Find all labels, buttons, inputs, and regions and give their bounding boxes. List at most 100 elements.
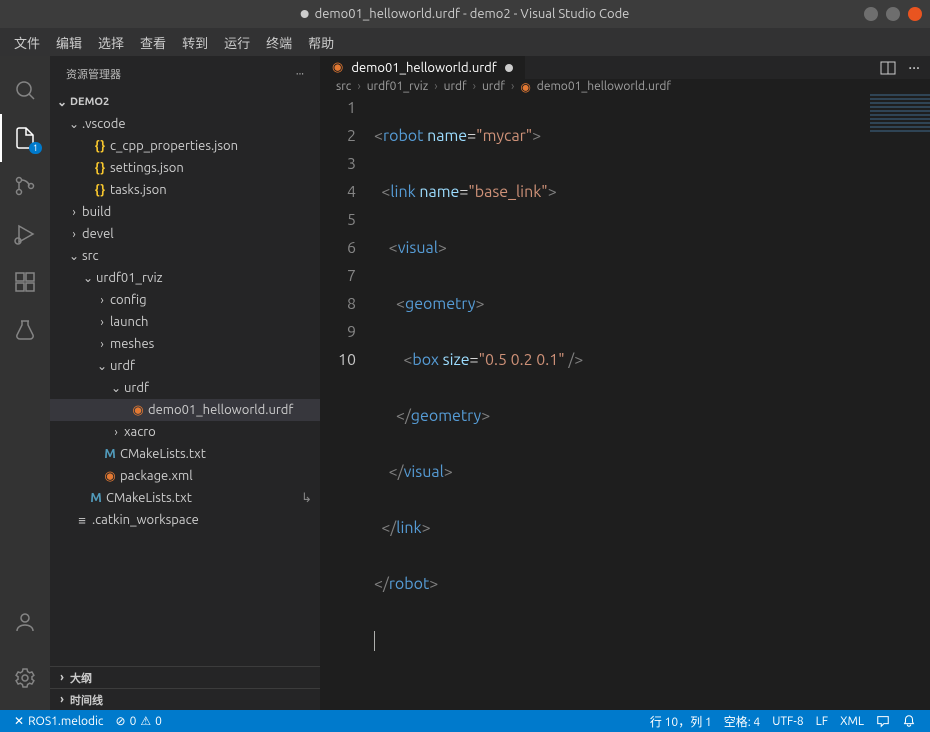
file-tree: ⌄.vscode {}c_cpp_properties.json {}setti…: [50, 113, 320, 666]
status-indent[interactable]: 空格: 4: [718, 713, 766, 730]
editor: ◉ demo01_helloworld.urdf ··· src › urdf01…: [320, 56, 930, 710]
split-editor-icon[interactable]: [880, 60, 896, 76]
testing-icon[interactable]: [0, 306, 50, 354]
breadcrumb-item[interactable]: urdf: [444, 80, 467, 93]
chevron-right-icon: ›: [94, 316, 110, 329]
timeline-section[interactable]: › 时间线: [50, 688, 320, 710]
menu-go[interactable]: 转到: [176, 31, 214, 54]
tab-active[interactable]: ◉ demo01_helloworld.urdf: [320, 56, 526, 79]
cmake-icon: M: [100, 447, 120, 461]
more-icon[interactable]: ···: [296, 68, 304, 80]
folder-root[interactable]: ⌄ DEMO2: [50, 91, 320, 113]
sidebar: 资源管理器 ··· ⌄ DEMO2 ⌄.vscode {}c_cpp_prope…: [50, 56, 320, 710]
accounts-icon[interactable]: [0, 598, 50, 646]
menu-file[interactable]: 文件: [8, 31, 46, 54]
tab-bar: ◉ demo01_helloworld.urdf ···: [320, 56, 930, 79]
titlebar: demo01_helloworld.urdf - demo2 - Visual …: [0, 0, 930, 28]
outline-label: 大纲: [70, 670, 92, 686]
status-remote[interactable]: ✕ROS1.melodic: [8, 714, 110, 728]
tree-folder-vscode[interactable]: ⌄.vscode: [50, 113, 320, 135]
tree-file-demo[interactable]: ◉demo01_helloworld.urdf: [50, 399, 320, 421]
chevron-down-icon: ⌄: [66, 249, 82, 263]
status-language[interactable]: XML: [834, 713, 870, 730]
chevron-right-icon: ›: [357, 80, 360, 93]
source-control-icon[interactable]: [0, 162, 50, 210]
minimap[interactable]: [870, 94, 930, 134]
json-icon: {}: [90, 161, 110, 175]
tree-file[interactable]: {}settings.json: [50, 157, 320, 179]
explorer-badge: 1: [29, 142, 42, 154]
chevron-right-icon: ›: [66, 228, 82, 241]
more-icon[interactable]: ···: [908, 59, 920, 77]
status-problems[interactable]: ⊘0 ⚠0: [110, 714, 168, 728]
breadcrumb-item[interactable]: src: [336, 80, 351, 93]
tab-label: demo01_helloworld.urdf: [351, 61, 496, 75]
chevron-down-icon: ⌄: [94, 359, 110, 373]
chevron-right-icon: ›: [54, 693, 70, 706]
search-icon[interactable]: [0, 66, 50, 114]
explorer-icon[interactable]: 1: [0, 114, 50, 162]
menu-view[interactable]: 查看: [134, 31, 172, 54]
menu-help[interactable]: 帮助: [302, 31, 340, 54]
breadcrumb-item[interactable]: urdf01_rviz: [367, 80, 429, 93]
chevron-right-icon: ›: [108, 426, 124, 439]
tree-file[interactable]: ◉package.xml: [50, 465, 320, 487]
menu-edit[interactable]: 编辑: [50, 31, 88, 54]
tree-folder-urdf[interactable]: ⌄urdf: [50, 355, 320, 377]
tree-file[interactable]: {}tasks.json: [50, 179, 320, 201]
chevron-right-icon: ›: [511, 80, 514, 93]
tree-file[interactable]: {}c_cpp_properties.json: [50, 135, 320, 157]
link-icon: ↳: [301, 491, 312, 506]
status-eol[interactable]: LF: [810, 713, 834, 730]
maximize-button[interactable]: [886, 7, 900, 21]
tree-folder-devel[interactable]: ›devel: [50, 223, 320, 245]
menu-selection[interactable]: 选择: [92, 31, 130, 54]
breadcrumb-item[interactable]: demo01_helloworld.urdf: [537, 80, 671, 93]
notifications-icon[interactable]: [896, 713, 922, 730]
dirty-dot-icon: [505, 64, 513, 72]
warning-icon: ⚠: [140, 714, 151, 728]
tree-folder-src[interactable]: ⌄src: [50, 245, 320, 267]
status-encoding[interactable]: UTF-8: [766, 713, 809, 730]
chevron-right-icon: ›: [94, 294, 110, 307]
code-editor[interactable]: 12345678910 <robot name="mycar"> <link n…: [320, 94, 930, 710]
tree-file[interactable]: ≡.catkin_workspace: [50, 509, 320, 531]
chevron-down-icon: ⌄: [54, 95, 70, 109]
breadcrumb-item[interactable]: urdf: [482, 80, 505, 93]
remote-icon: ✕: [14, 714, 24, 728]
menu-terminal[interactable]: 终端: [260, 31, 298, 54]
cmake-icon: M: [86, 491, 106, 505]
extensions-icon[interactable]: [0, 258, 50, 306]
chevron-right-icon: ›: [473, 80, 476, 93]
tree-file[interactable]: MCMakeLists.txt: [50, 443, 320, 465]
tree-folder-build[interactable]: ›build: [50, 201, 320, 223]
menu-run[interactable]: 运行: [218, 31, 256, 54]
feedback-icon[interactable]: [870, 713, 896, 730]
tree-folder-config[interactable]: ›config: [50, 289, 320, 311]
run-debug-icon[interactable]: [0, 210, 50, 258]
tree-folder-urdf01[interactable]: ⌄urdf01_rviz: [50, 267, 320, 289]
root-label: DEMO2: [70, 96, 109, 108]
tree-folder-launch[interactable]: ›launch: [50, 311, 320, 333]
chevron-right-icon: ›: [66, 206, 82, 219]
breadcrumbs[interactable]: src› urdf01_rviz› urdf› urdf› ◉ demo01_h…: [320, 79, 930, 94]
json-icon: {}: [90, 139, 110, 153]
tree-folder-meshes[interactable]: ›meshes: [50, 333, 320, 355]
settings-icon[interactable]: [0, 654, 50, 702]
outline-section[interactable]: › 大纲: [50, 666, 320, 688]
tree-file[interactable]: MCMakeLists.txt↳: [50, 487, 320, 509]
close-button[interactable]: [908, 7, 922, 21]
tree-folder-urdf-inner[interactable]: ⌄urdf: [50, 377, 320, 399]
code-content[interactable]: <robot name="mycar"> <link name="base_li…: [374, 94, 930, 710]
sidebar-header: 资源管理器 ···: [50, 56, 320, 91]
text-cursor: [374, 631, 375, 651]
xml-icon: ◉: [128, 403, 148, 418]
chevron-right-icon: ›: [54, 671, 70, 684]
activity-bar: 1: [0, 56, 50, 710]
status-cursor-pos[interactable]: 行 10，列 1: [644, 713, 718, 730]
minimize-button[interactable]: [864, 7, 878, 21]
status-bar: ✕ROS1.melodic ⊘0 ⚠0 行 10，列 1 空格: 4 UTF-8…: [0, 710, 930, 732]
window-title-text: demo01_helloworld.urdf - demo2 - Visual …: [315, 7, 630, 21]
tree-folder-xacro[interactable]: ›xacro: [50, 421, 320, 443]
line-gutter: 12345678910: [320, 94, 374, 710]
